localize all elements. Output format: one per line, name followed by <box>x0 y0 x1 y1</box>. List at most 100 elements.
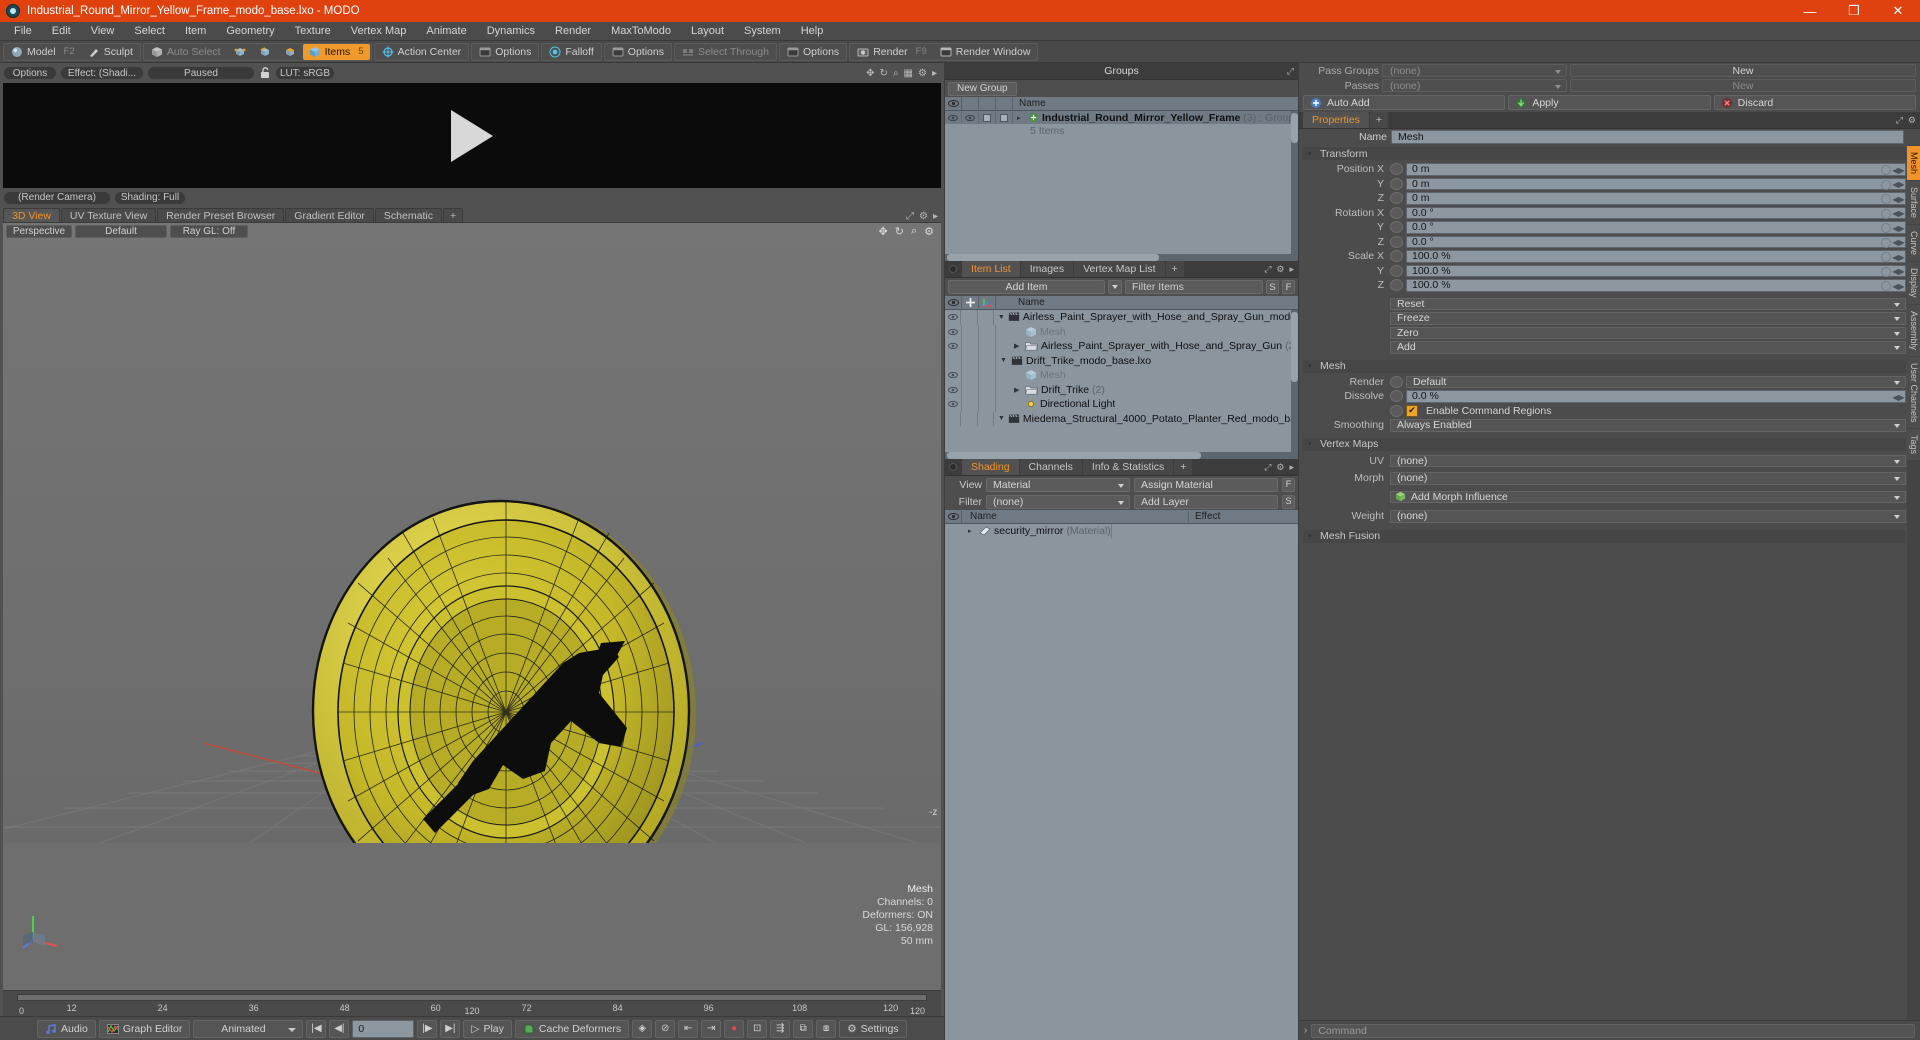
expand-triangle-icon[interactable]: ▼ <box>998 415 1005 422</box>
preview-options-button[interactable]: Options <box>3 66 57 80</box>
groups-row[interactable]: ▸ Industrial_Round_Mirror_Yellow_Frame (3)… <box>945 111 1298 124</box>
menu-item-layout[interactable]: Layout <box>681 22 734 41</box>
menu-item-animate[interactable]: Animate <box>416 22 476 41</box>
preview-effect-button[interactable]: Effect: (Shadi... <box>60 66 144 80</box>
item-name-cell[interactable]: ▶ Airless_Paint_Sprayer_with_Hose_and_Spr… <box>996 340 1298 352</box>
next-frame-button[interactable]: |▶ <box>417 1019 438 1038</box>
move-icon[interactable]: ✥ <box>879 225 888 238</box>
render-channel-knob[interactable] <box>1390 375 1403 388</box>
item-name-cell[interactable]: ▼ Miedema_Structural_4000_Potato_Planter_… <box>994 413 1298 425</box>
viewport-3d[interactable]: Perspective Default Ray GL: Off ✥ ↻ ⌕ ⚙ <box>3 223 941 990</box>
sculpt-mode-button[interactable]: Sculpt <box>82 44 139 60</box>
item-lock-toggle[interactable] <box>961 310 978 325</box>
transform-section-header[interactable]: ▾ Transform <box>1303 147 1906 160</box>
mesh-fusion-section-header[interactable]: ▾ Mesh Fusion <box>1303 529 1906 543</box>
viewport-tab-schematic[interactable]: Schematic <box>374 208 442 222</box>
transform-action-reset-dropdown[interactable]: Reset <box>1390 297 1906 310</box>
add-morph-influence-button[interactable]: Add Morph Influence <box>1390 490 1906 503</box>
item-list-tab-item-list[interactable]: Item List <box>962 261 1020 277</box>
item-visibility-toggle[interactable] <box>945 324 962 339</box>
timeline-ruler[interactable]: 12 24 36 48 60 72 84 96 108 120 0 120 120 <box>3 990 941 1016</box>
command-input[interactable]: Command <box>1311 1023 1915 1038</box>
transform-mini-knob[interactable] <box>1881 223 1891 233</box>
vertex-maps-section-header[interactable]: ▾ Vertex Maps <box>1303 437 1906 451</box>
item-list-tab-vertex-map-list[interactable]: Vertex Map List <box>1074 261 1165 277</box>
expand-icon[interactable]: ⤢ <box>1287 66 1294 77</box>
shading-tab-channels[interactable]: Channels <box>1019 459 1082 475</box>
transform-channel-knob[interactable] <box>1390 177 1403 190</box>
shading-tab-info-statistics[interactable]: Info & Statistics <box>1082 459 1174 475</box>
add-item-button[interactable]: Add Item <box>948 280 1105 294</box>
item-list-row[interactable]: ▶ Drift_Trike (2) <box>945 382 1298 397</box>
add-layer-button[interactable]: Add Layer <box>1134 494 1278 509</box>
tab-add-button[interactable]: + <box>1369 112 1388 128</box>
record-button[interactable]: ● <box>724 1019 745 1038</box>
transform-field[interactable]: 0 m ◀▶ <box>1406 192 1906 205</box>
properties-vtab-mesh[interactable]: Mesh <box>1907 146 1920 181</box>
dissolve-channel-knob[interactable] <box>1390 390 1403 403</box>
shading-filter-dropdown[interactable]: (none) <box>986 494 1130 509</box>
transform-field[interactable]: 0.0 ° ◀▶ <box>1406 206 1906 219</box>
viewport-tab-add-button[interactable]: + <box>442 208 464 222</box>
transform-action-zero-dropdown[interactable]: Zero <box>1390 326 1906 339</box>
item-lock-toggle[interactable] <box>962 339 979 354</box>
transform-action-freeze-dropdown[interactable]: Freeze <box>1390 312 1906 325</box>
groups-col-render[interactable] <box>962 96 979 111</box>
item-lock-toggle[interactable] <box>962 324 979 339</box>
chevron-right-icon[interactable]: ▸ <box>933 211 938 222</box>
item-list-row[interactable]: ▶ Airless_Paint_Sprayer_with_Hose_and_Spr… <box>945 339 1298 354</box>
item-name-cell[interactable]: ▼ Airless_Paint_Sprayer_with_Hose_and_Spr… <box>994 311 1298 323</box>
expand-triangle-icon[interactable] <box>1014 328 1022 335</box>
viewport-tab-3d-view[interactable]: 3D View <box>3 208 60 222</box>
grid-icon[interactable]: ▦ <box>904 68 913 79</box>
shading-row[interactable]: ▸ security_mirror (Material) <box>945 524 1298 539</box>
item-transform-toggle[interactable] <box>978 411 994 426</box>
viewport-tab-render-preset-browser[interactable]: Render Preset Browser <box>157 208 285 222</box>
item-visibility-toggle[interactable] <box>945 339 962 354</box>
transform-channel-knob[interactable] <box>1390 192 1403 205</box>
current-frame-field[interactable]: 0 <box>352 1019 415 1038</box>
transform-channel-knob[interactable] <box>1390 206 1403 219</box>
dissolve-field[interactable]: 0.0 % ◀▶ <box>1406 390 1906 403</box>
menu-item-system[interactable]: System <box>734 22 791 41</box>
menu-item-help[interactable]: Help <box>791 22 834 41</box>
transform-mini-knob[interactable] <box>1881 165 1891 175</box>
select-edge-button[interactable] <box>253 44 277 60</box>
auto-add-button[interactable]: Auto Add <box>1303 95 1506 110</box>
gear-icon[interactable]: ⚙ <box>919 211 928 222</box>
transform-spinner[interactable]: ◀▶ <box>1892 267 1904 277</box>
item-list-row[interactable]: Directional Light <box>945 397 1298 412</box>
expand-triangle-icon[interactable]: ▼ <box>998 314 1005 321</box>
transform-spinner[interactable]: ◀▶ <box>1892 238 1904 248</box>
item-transform-toggle[interactable] <box>979 324 996 339</box>
transform-field[interactable]: 100.0 % ◀▶ <box>1406 279 1906 292</box>
groups-horizontal-scrollbar[interactable] <box>945 254 1298 261</box>
expand-triangle-icon[interactable] <box>1014 372 1022 379</box>
item-visibility-toggle[interactable] <box>945 397 962 412</box>
weight-dropdown[interactable]: (none) <box>1390 510 1906 523</box>
viewport-tab-gradient-editor[interactable]: Gradient Editor <box>285 208 374 222</box>
cache-deformers-button[interactable]: Cache Deformers <box>514 1019 630 1038</box>
chevron-right-icon[interactable]: ▸ <box>1289 462 1294 473</box>
pass-groups-dropdown[interactable]: (none) <box>1382 64 1567 77</box>
properties-name-input[interactable]: Mesh <box>1391 130 1904 144</box>
item-col-transform[interactable] <box>979 295 996 310</box>
menu-item-edit[interactable]: Edit <box>42 22 81 41</box>
item-list-row[interactable]: ▼ Miedema_Structural_4000_Potato_Planter_… <box>945 411 1298 426</box>
item-name-cell[interactable]: Mesh <box>996 369 1066 381</box>
item-visibility-toggle[interactable] <box>945 382 962 397</box>
auto-select-button[interactable]: Auto Select <box>145 44 227 60</box>
new-group-button[interactable]: New Group <box>948 81 1017 96</box>
properties-vtab-curve[interactable]: Curve <box>1907 225 1920 262</box>
transform-spinner[interactable]: ◀▶ <box>1892 180 1904 190</box>
item-transform-toggle[interactable] <box>979 382 996 397</box>
dissolve-spinner[interactable]: ◀▶ <box>1892 392 1904 402</box>
group-lock-toggle[interactable] <box>979 111 996 124</box>
key-jump-start-button[interactable]: ⇶ <box>770 1019 791 1038</box>
transform-mini-knob[interactable] <box>1881 237 1891 248</box>
key-next-button[interactable]: ⇥ <box>701 1019 722 1038</box>
transform-field[interactable]: 0.0 ° ◀▶ <box>1406 221 1906 234</box>
go-to-start-button[interactable]: |◀ <box>306 1019 327 1038</box>
item-lock-toggle[interactable] <box>961 411 978 426</box>
smoothing-dropdown[interactable]: Always Enabled <box>1390 419 1906 432</box>
